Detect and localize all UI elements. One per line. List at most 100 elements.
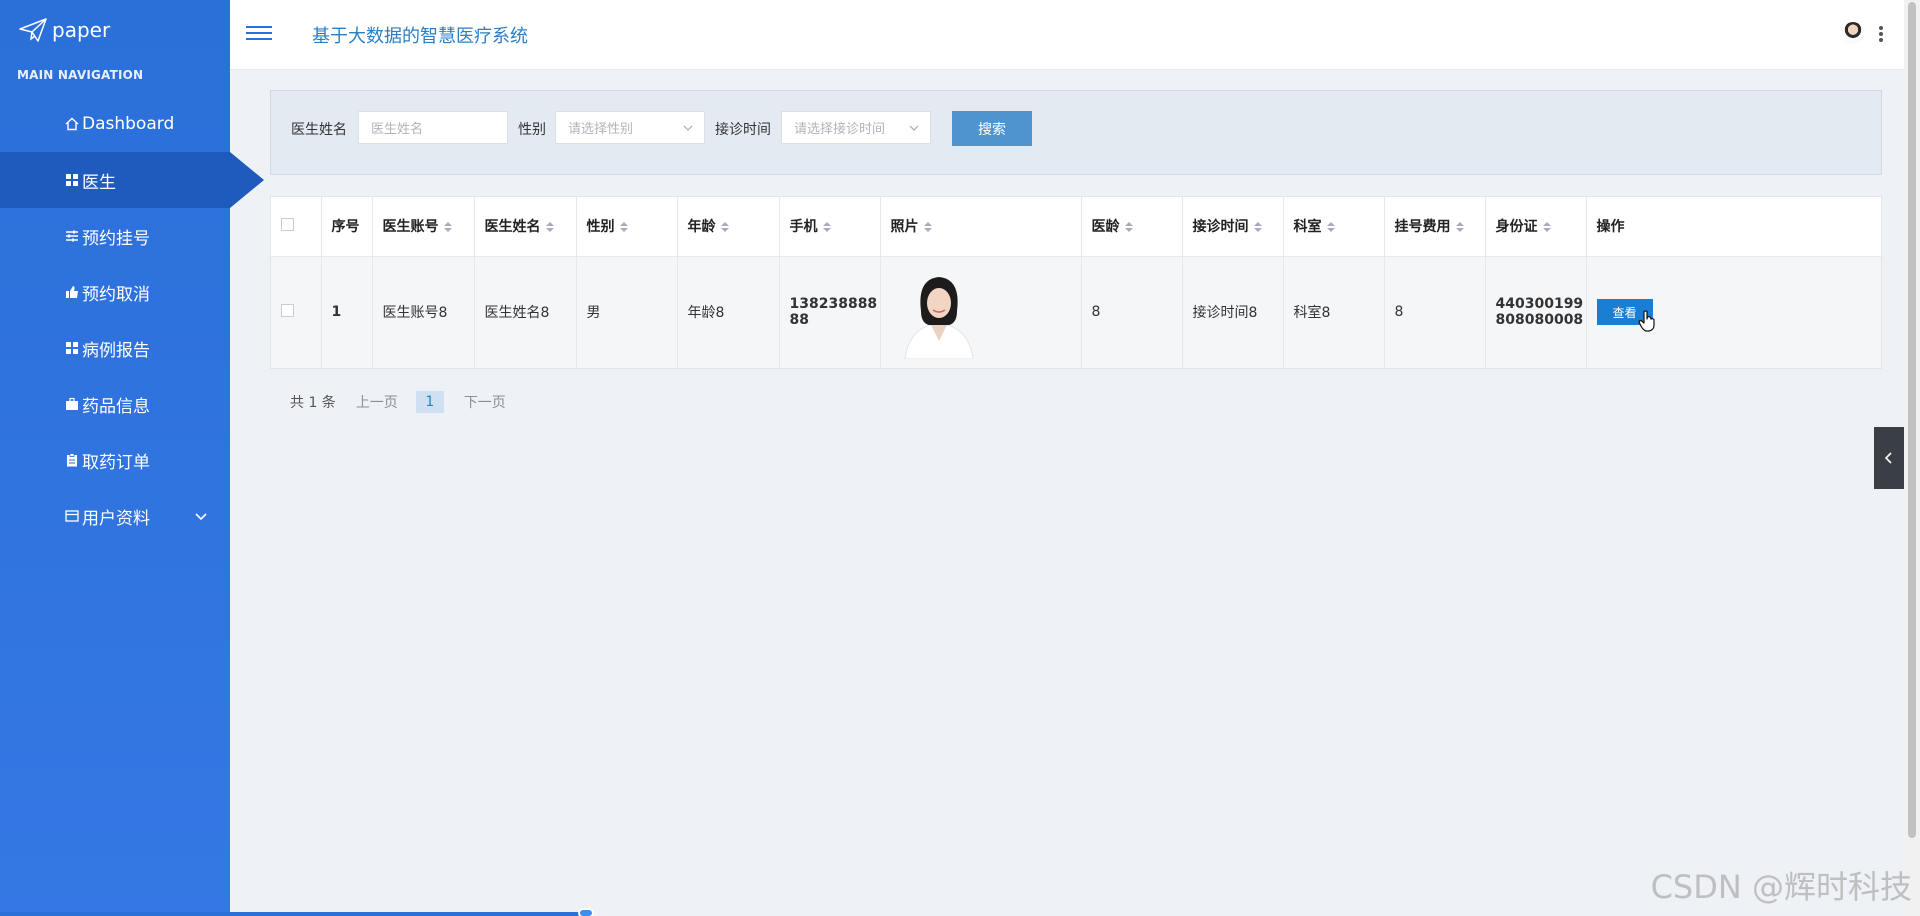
sidebar-item-case-report[interactable]: 病例报告 — [0, 320, 230, 376]
col-header-label: 年龄 — [687, 219, 716, 236]
sort-icon — [923, 222, 932, 233]
col-header-sortable[interactable]: 挂号费用 — [1384, 197, 1486, 256]
sidebar-item-label: 预约取消 — [82, 284, 150, 305]
col-header: 操作 — [1596, 219, 1625, 236]
chevron-down-icon — [909, 125, 919, 131]
col-header-sortable[interactable]: 性别 — [576, 197, 678, 256]
col-header: 序号 — [321, 197, 373, 256]
sidebar-item-dashboard[interactable]: Dashboard — [0, 96, 230, 152]
clipboard-icon — [64, 452, 80, 468]
thumbs-icon — [64, 284, 80, 300]
cell-id-card: 440300199 808080008 — [1485, 256, 1587, 368]
col-header-label: 科室 — [1293, 219, 1322, 236]
id-line: 440300199 — [1495, 296, 1584, 313]
col-header-label: 医生姓名 — [484, 219, 541, 236]
sidebar-item-cancel[interactable]: 预约取消 — [0, 264, 230, 320]
cell-department: 科室8 — [1283, 256, 1385, 368]
sidebar-item-label: 药品信息 — [82, 396, 150, 417]
col-header-label: 接诊时间 — [1192, 219, 1249, 236]
col-header-sortable[interactable]: 手机 — [779, 197, 881, 256]
search-button[interactable]: 搜索 — [952, 111, 1032, 146]
col-header-sortable[interactable]: 科室 — [1283, 197, 1385, 256]
grid-icon — [64, 340, 80, 356]
progress-handle — [578, 908, 594, 916]
select-all-cell — [271, 197, 322, 256]
phone-line: 88 — [789, 312, 809, 329]
prev-page-button[interactable]: 上一页 — [356, 392, 398, 412]
hand-cursor-icon — [1638, 310, 1655, 332]
row-select-cell — [271, 256, 322, 368]
gender-placeholder: 请选择性别 — [568, 122, 634, 137]
sort-icon — [619, 222, 628, 233]
sort-icon — [1455, 222, 1464, 233]
id-line: 808080008 — [1495, 312, 1584, 329]
sort-icon — [1542, 222, 1551, 233]
doctor-name-label: 医生姓名 — [291, 122, 347, 138]
cell-phone: 138238888 88 — [779, 256, 881, 368]
vertical-scrollbar[interactable] — [1904, 0, 1920, 916]
cell-photo — [880, 256, 1082, 368]
scrollbar-thumb[interactable] — [1908, 2, 1916, 838]
chevron-down-icon — [195, 513, 207, 521]
cell-age: 年龄8 — [677, 256, 780, 368]
side-panel-toggle[interactable] — [1874, 427, 1904, 489]
col-header-label: 医生账号 — [382, 219, 439, 236]
col-header-label: 身份证 — [1495, 219, 1538, 236]
sidebar-item-label: Dashboard — [82, 114, 175, 134]
col-header-sortable[interactable]: 医生账号 — [372, 197, 475, 256]
col-header-sortable[interactable]: 年龄 — [677, 197, 780, 256]
app-title: 基于大数据的智慧医疗系统 — [312, 26, 528, 47]
reception-time-label: 接诊时间 — [715, 122, 771, 138]
col-header-label: 照片 — [890, 219, 919, 236]
next-page-button[interactable]: 下一页 — [464, 392, 506, 412]
select-all-checkbox[interactable] — [281, 217, 294, 231]
doctor-photo[interactable] — [898, 265, 979, 360]
paper-plane-icon — [19, 18, 47, 42]
cell-gender: 男 — [576, 256, 678, 368]
top-header: 基于大数据的智慧医疗系统 — [230, 0, 1920, 70]
logo[interactable]: paper — [18, 14, 110, 46]
cell-reception-time: 接诊时间8 — [1182, 256, 1284, 368]
nav-heading: MAIN NAVIGATION — [17, 68, 144, 82]
cell-index: 1 — [321, 256, 373, 368]
sidebar-item-orders[interactable]: 取药订单 — [0, 432, 230, 488]
col-header-sortable[interactable]: 接诊时间 — [1182, 197, 1284, 256]
row-checkbox[interactable] — [281, 303, 294, 317]
col-header-sortable[interactable]: 医龄 — [1081, 197, 1183, 256]
grid-icon — [64, 172, 80, 188]
reception-time-select[interactable]: 请选择接诊时间 — [781, 111, 931, 144]
sidebar-item-medicine[interactable]: 药品信息 — [0, 376, 230, 432]
nav-list: Dashboard 医生 预约挂号 预约取消 病例报告 药品信息 取药订单 用户… — [0, 96, 264, 544]
avatar[interactable] — [1842, 22, 1864, 44]
pagination: 共 1 条 上一页 1 下一页 — [290, 391, 506, 413]
col-header-label: 挂号费用 — [1394, 219, 1451, 236]
menu-toggle-icon[interactable] — [246, 22, 272, 44]
doctor-name-input[interactable]: 医生姓名 — [358, 111, 508, 144]
sidebar-item-label: 医生 — [82, 172, 116, 193]
col-header-sortable[interactable]: 照片 — [880, 197, 1082, 256]
col-header-sortable[interactable]: 医生姓名 — [474, 197, 577, 256]
cell-account: 医生账号8 — [372, 256, 475, 368]
sort-icon — [720, 222, 729, 233]
sidebar-item-doctor[interactable]: 医生 — [0, 152, 264, 208]
page-number-button[interactable]: 1 — [415, 391, 444, 413]
chevron-left-icon — [1884, 452, 1892, 464]
sidebar-item-label: 病例报告 — [82, 340, 150, 361]
gender-select[interactable]: 请选择性别 — [555, 111, 705, 144]
cell-seniority: 8 — [1081, 256, 1183, 368]
sidebar-item-user-profile[interactable]: 用户资料 — [0, 488, 230, 544]
sort-icon — [822, 222, 831, 233]
phone-line: 138238888 — [789, 296, 878, 313]
reception-time-placeholder: 请选择接诊时间 — [794, 122, 886, 137]
sort-icon — [545, 222, 554, 233]
sidebar: paper MAIN NAVIGATION Dashboard 医生 预约挂号 — [0, 0, 264, 916]
col-header-label: 手机 — [789, 219, 818, 236]
more-vertical-icon[interactable] — [1878, 25, 1884, 43]
col-header-label: 医龄 — [1091, 219, 1120, 236]
col-header-sortable[interactable]: 身份证 — [1485, 197, 1587, 256]
sidebar-item-label: 取药订单 — [82, 452, 150, 473]
doctor-table: 序号 医生账号 医生姓名 性别 年龄 手机 照片 医龄 接诊时间 科室 挂号费用… — [270, 196, 1882, 369]
sidebar-item-appointment[interactable]: 预约挂号 — [0, 208, 230, 264]
sort-icon — [443, 222, 452, 233]
watermark: CSDN @辉时科技 — [1650, 868, 1912, 906]
